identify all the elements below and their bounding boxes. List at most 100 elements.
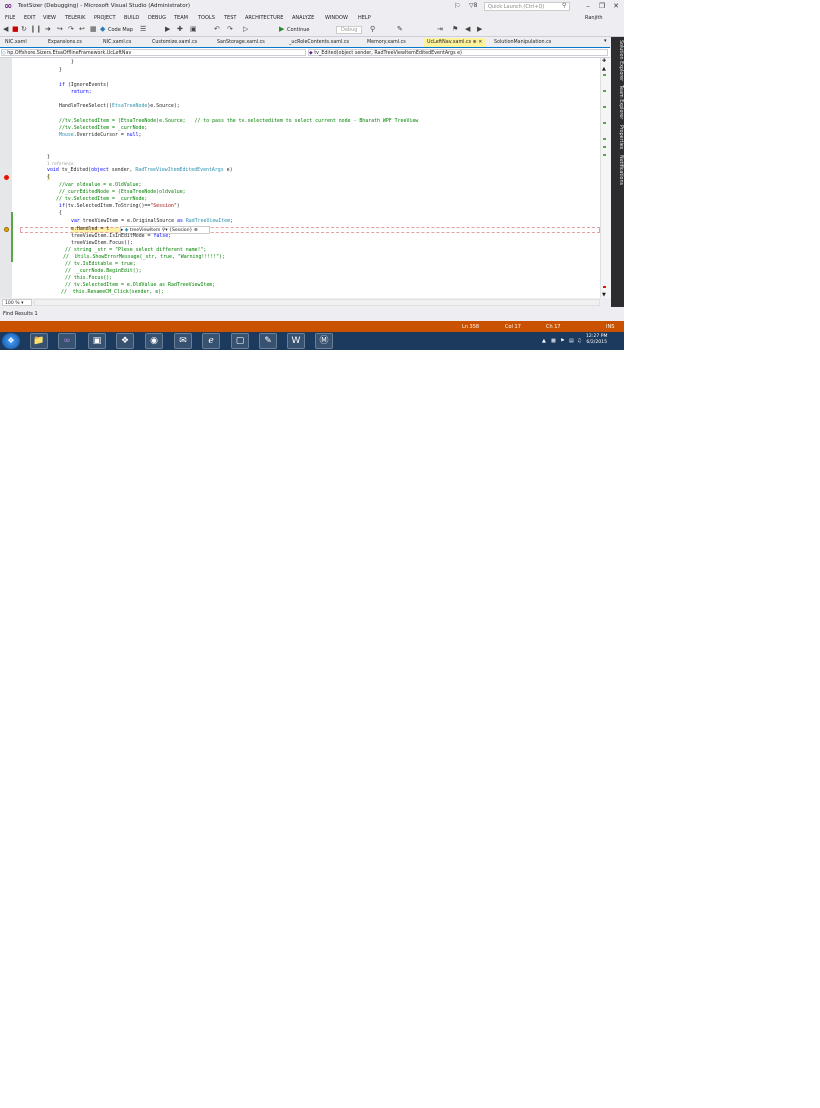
find-icon[interactable]: ⚲ <box>370 25 375 34</box>
flag-icon[interactable]: ⚑ <box>560 338 564 344</box>
tab-sanstorage-xaml-cs[interactable]: SanStorage.xaml.cs <box>214 38 268 47</box>
continue-icon[interactable]: ▶ <box>279 25 284 34</box>
word-icon[interactable]: W <box>287 333 305 349</box>
sticky-notes-icon[interactable]: ▢ <box>231 333 249 349</box>
pin-datatip-icon[interactable]: ⊕ <box>194 228 198 233</box>
configuration-dropdown[interactable]: Debug <box>336 26 363 34</box>
quick-launch-input[interactable]: Quick Launch (Ctrl+Q) <box>484 2 570 11</box>
tab-expansions-cs[interactable]: Expansions.cs <box>45 38 85 47</box>
tab-memory-xaml-cs[interactable]: Memory.xaml.cs <box>364 38 409 47</box>
close-button[interactable]: ✕ <box>610 1 622 11</box>
stop-icon[interactable]: ■ <box>12 25 19 34</box>
type-dropdown[interactable]: ◇ hp.Offshore.Sizers.EtsaOfflineFramewor… <box>1 49 306 56</box>
code-map-button[interactable]: Code Map <box>108 27 133 33</box>
next-bookmark-icon[interactable]: ▶ <box>477 25 482 34</box>
scroll-down-icon[interactable]: ▼ <box>602 292 606 298</box>
remote-desktop-icon[interactable]: ▣ <box>88 333 106 349</box>
menu-tools[interactable]: TOOLS <box>198 15 215 21</box>
show-next-statement-icon[interactable]: ➜ <box>45 25 51 34</box>
notifications-flag-icon[interactable]: ⚐ <box>454 2 460 10</box>
tab-ucrolecontents-xaml-cs[interactable]: _ucRoleContents.xaml.cs <box>286 38 352 47</box>
member-dropdown[interactable]: ◆ tv_Edited(object sender, RadTreeViewIt… <box>308 49 608 56</box>
code-line: void tv_Edited(object sender, RadTreeVie… <box>47 167 233 173</box>
file-explorer-icon[interactable]: 📁 <box>30 333 48 349</box>
back-icon[interactable]: ◀ <box>3 25 8 34</box>
outlook-icon[interactable]: ✉ <box>174 333 192 349</box>
pin-icon[interactable]: ⊕ <box>473 40 477 45</box>
volume-icon[interactable]: ♫ <box>577 338 581 344</box>
minimize-button[interactable]: – <box>582 1 594 11</box>
menu-debug[interactable]: DEBUG <box>148 15 166 21</box>
visual-studio-icon[interactable]: ∞ <box>58 333 76 349</box>
tab-nic-xaml-cs[interactable]: NIC.xaml.cs <box>100 38 134 47</box>
network-icon[interactable]: ▤ <box>569 338 574 344</box>
step-into-icon[interactable]: ↪ <box>57 25 63 34</box>
threads-icon[interactable]: ☰ <box>140 25 146 34</box>
redo-icon[interactable]: ↷ <box>227 25 233 34</box>
menu-window[interactable]: WINDOW <box>325 15 348 21</box>
code-map-icon[interactable]: ◆ <box>100 25 105 34</box>
continue-button[interactable]: Continue <box>287 27 309 33</box>
side-tab-solution-explorer[interactable]: Solution Explorer <box>612 40 623 81</box>
bookmark-icon[interactable]: ⚑ <box>452 25 458 34</box>
zoom-dropdown[interactable]: 100 % ▾ <box>2 299 32 306</box>
prev-bookmark-icon[interactable]: ◀ <box>465 25 470 34</box>
scroll-up-icon[interactable]: ▲ <box>602 66 606 72</box>
app-icon[interactable]: ❖ <box>116 333 134 349</box>
internet-explorer-icon[interactable]: ℯ <box>202 333 220 349</box>
code-line: // _currNode.BeginEdit(); <box>65 268 142 274</box>
hp-icon[interactable]: Ⓜ <box>315 333 333 349</box>
attach-icon[interactable]: ▷ <box>243 25 248 34</box>
split-icon[interactable]: ✚ <box>602 58 606 64</box>
current-statement-breakpoint-icon[interactable] <box>4 227 9 232</box>
breakpoint-icon[interactable] <box>4 175 9 180</box>
indent-icon[interactable]: ⇥ <box>437 25 443 34</box>
taskbar-clock[interactable]: 12:27 PM 6/2/2015 <box>586 334 607 346</box>
break-all-icon[interactable]: ❙❙ <box>30 25 42 34</box>
menu-edit[interactable]: EDIT <box>24 15 36 21</box>
menu-architecture[interactable]: ARCHITECTURE <box>245 15 283 21</box>
menu-project[interactable]: PROJECT <box>94 15 116 21</box>
menu-analyze[interactable]: ANALYZE <box>292 15 314 21</box>
menu-view[interactable]: VIEW <box>43 15 56 21</box>
menu-telerik[interactable]: TELERIK <box>65 15 85 21</box>
side-tab-notifications[interactable]: Notifications <box>612 155 623 185</box>
tray-arrow-icon[interactable]: ▲ <box>542 338 546 344</box>
code-line: // tv.SelectedItem = e.OldValue as RadTr… <box>65 282 216 288</box>
side-tab-team-explorer[interactable]: Team Explorer <box>612 85 623 119</box>
codelens-references[interactable]: 1 reference <box>47 161 74 166</box>
start-button[interactable]: ❖ <box>2 333 20 349</box>
vertical-scrollbar[interactable] <box>600 58 611 298</box>
chrome-icon[interactable]: ◉ <box>145 333 163 349</box>
save-icon[interactable]: ▣ <box>190 25 197 34</box>
new-item-icon[interactable]: ✚ <box>177 25 183 34</box>
tab-customize-xaml-cs[interactable]: Customize.xaml.cs <box>149 38 200 47</box>
tray-app-icon[interactable]: ▩ <box>551 338 556 344</box>
restore-button[interactable]: ❐ <box>596 1 608 11</box>
menu-build[interactable]: BUILD <box>124 15 139 21</box>
horizontal-scrollbar[interactable] <box>34 299 600 306</box>
menu-test[interactable]: TEST <box>224 15 236 21</box>
feedback-filter-icon[interactable]: ▽8 <box>469 2 477 9</box>
undo-icon[interactable]: ↶ <box>214 25 220 34</box>
menu-help[interactable]: HELP <box>358 15 371 21</box>
paint-icon[interactable]: ✎ <box>259 333 277 349</box>
step-out-icon[interactable]: ↩ <box>79 25 85 34</box>
tab-ucleftnav-xaml-cs[interactable]: UcLeftNav.xaml.cs ⊕ ✕ <box>424 38 486 47</box>
tab-nic-xaml[interactable]: NIC.xaml <box>2 38 30 47</box>
step-over-icon[interactable]: ↷ <box>68 25 74 34</box>
tab-close-icon[interactable]: ✕ <box>478 40 482 45</box>
hex-icon[interactable]: ▦ <box>90 25 97 34</box>
comment-icon[interactable]: ✎ <box>397 25 403 34</box>
forward-icon[interactable]: ▶ <box>165 25 170 34</box>
menu-team[interactable]: TEAM <box>174 15 188 21</box>
code-line: // this.Focus(); <box>65 275 113 281</box>
tab-solutionmanipulation-cs[interactable]: SolutionManipulation.cs <box>491 38 554 47</box>
change-marker <box>603 154 606 156</box>
menu-file[interactable]: FILE <box>5 15 15 21</box>
restart-icon[interactable]: ↻ <box>21 25 27 34</box>
tab-overflow-icon[interactable]: ▾ <box>604 38 607 44</box>
side-tab-properties[interactable]: Properties <box>612 125 623 149</box>
tab-find-results[interactable]: Find Results 1 <box>3 311 38 317</box>
user-name[interactable]: Ranjith <box>585 15 603 21</box>
